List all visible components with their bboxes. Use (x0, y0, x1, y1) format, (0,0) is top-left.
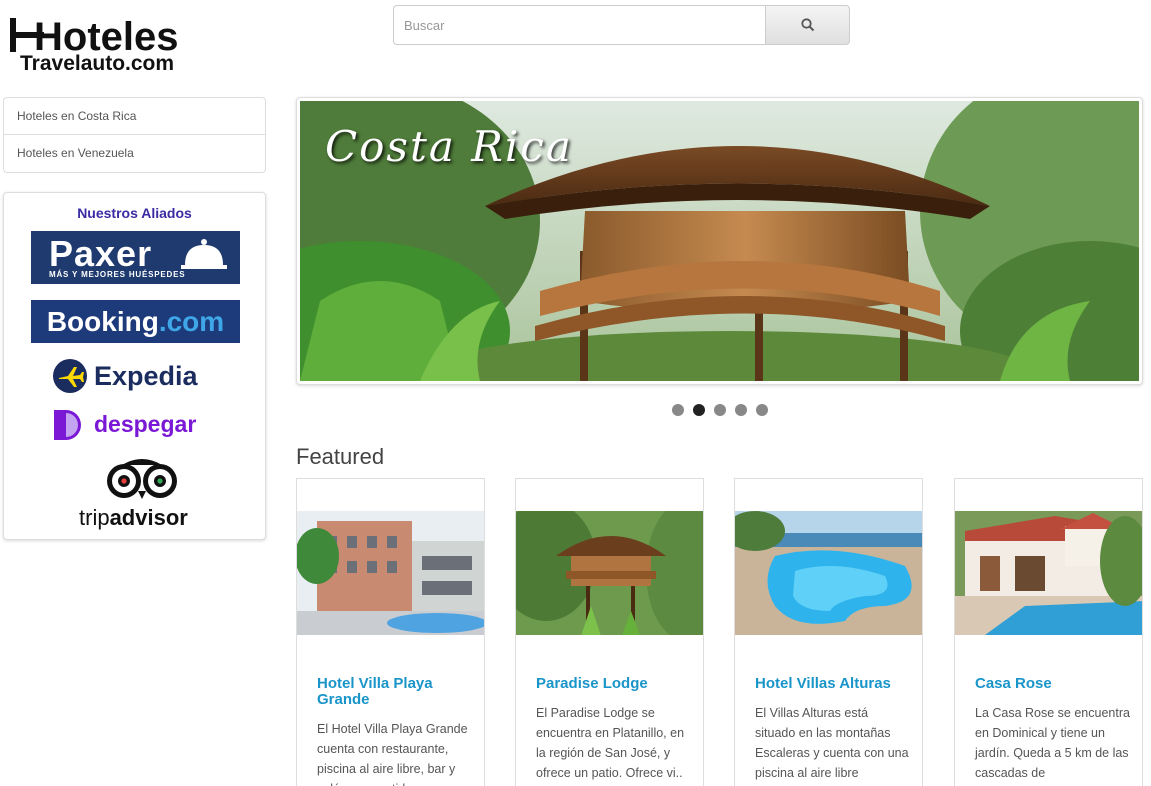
search-icon (800, 18, 814, 32)
hotel-card[interactable]: Hotel Villas Alturas El Villas Alturas e… (734, 478, 923, 786)
hotel-image[interactable] (735, 511, 922, 635)
plane-icon (53, 359, 87, 393)
allies-title: Nuestros Aliados (77, 205, 192, 221)
hotel-description: El Paradise Lodge se encuentra en Platan… (536, 706, 685, 780)
hotel-card[interactable]: Casa Rose La Casa Rose se encuentra en D… (954, 478, 1143, 786)
search-input[interactable] (393, 5, 765, 45)
bell-icon (181, 239, 227, 269)
hotel-description: La Casa Rose se encuentra en Dominical y… (975, 706, 1130, 780)
sidebar-item-costa-rica[interactable]: Hoteles en Costa Rica (4, 98, 265, 135)
hotel-description: El Villas Alturas está situado en las mo… (755, 706, 909, 780)
carousel-dot[interactable] (714, 404, 726, 416)
expedia-logo[interactable]: Expedia (48, 358, 228, 394)
paxer-name: Paxer (49, 233, 153, 274)
paxer-tagline: MÁS Y MEJORES HUÉSPEDES (49, 270, 186, 279)
hotel-name[interactable]: Hotel Villa Playa Grande (317, 676, 477, 708)
booking-name: Booking (46, 306, 159, 337)
logo-line2: Travelauto.com (20, 52, 174, 74)
despegar-logo[interactable]: despegar (48, 408, 228, 442)
sidebar-item-venezuela[interactable]: Hoteles en Venezuela (4, 135, 265, 172)
carousel-dot[interactable] (735, 404, 747, 416)
carousel-dots (672, 404, 768, 416)
hotel-image[interactable] (955, 511, 1142, 635)
hotel-name[interactable]: Casa Rose (975, 676, 1135, 692)
featured-heading: Featured (296, 444, 385, 469)
expedia-name: Expedia (94, 361, 198, 391)
hotel-card[interactable]: Paradise Lodge El Paradise Lodge se encu… (515, 478, 704, 786)
sidebar-nav: Hoteles en Costa Rica Hoteles en Venezue… (3, 97, 266, 173)
hotel-card[interactable]: Hotel Villa Playa Grande El Hotel Villa … (296, 478, 485, 786)
hotel-name[interactable]: Paradise Lodge (536, 676, 696, 692)
allies-panel: Nuestros Aliados Paxer MÁS Y MEJORES HUÉ… (3, 192, 266, 540)
tripadvisor-name-a: trip (79, 505, 110, 530)
carousel-dot[interactable] (756, 404, 768, 416)
tripadvisor-logo[interactable]: tripadvisor (64, 455, 214, 533)
hotel-description: El Hotel Villa Playa Grande cuenta con r… (317, 722, 468, 786)
tripadvisor-name: tripadvisor (79, 505, 188, 531)
hotel-image[interactable] (297, 511, 484, 635)
booking-logo[interactable]: Booking.com (31, 300, 240, 343)
site-logo[interactable]: Hoteles Travelauto.com (8, 14, 218, 75)
carousel-dot-active[interactable] (693, 404, 705, 416)
hero-title: Costa Rica (325, 122, 573, 171)
logo-graphic: Hoteles Travelauto.com (10, 15, 179, 75)
search-bar (393, 5, 850, 45)
hotel-name[interactable]: Hotel Villas Alturas (755, 676, 915, 692)
hotel-image[interactable] (516, 511, 703, 635)
booking-suffix: .com (158, 306, 225, 337)
search-button[interactable] (765, 5, 850, 45)
paxer-logo[interactable]: Paxer MÁS Y MEJORES HUÉSPEDES (31, 231, 240, 284)
hero-carousel[interactable]: Costa Rica (296, 97, 1143, 385)
despegar-name: despegar (94, 411, 197, 437)
despegar-icon (54, 410, 81, 440)
owl-icon (107, 459, 177, 499)
tripadvisor-name-b: advisor (109, 505, 188, 530)
carousel-dot[interactable] (672, 404, 684, 416)
